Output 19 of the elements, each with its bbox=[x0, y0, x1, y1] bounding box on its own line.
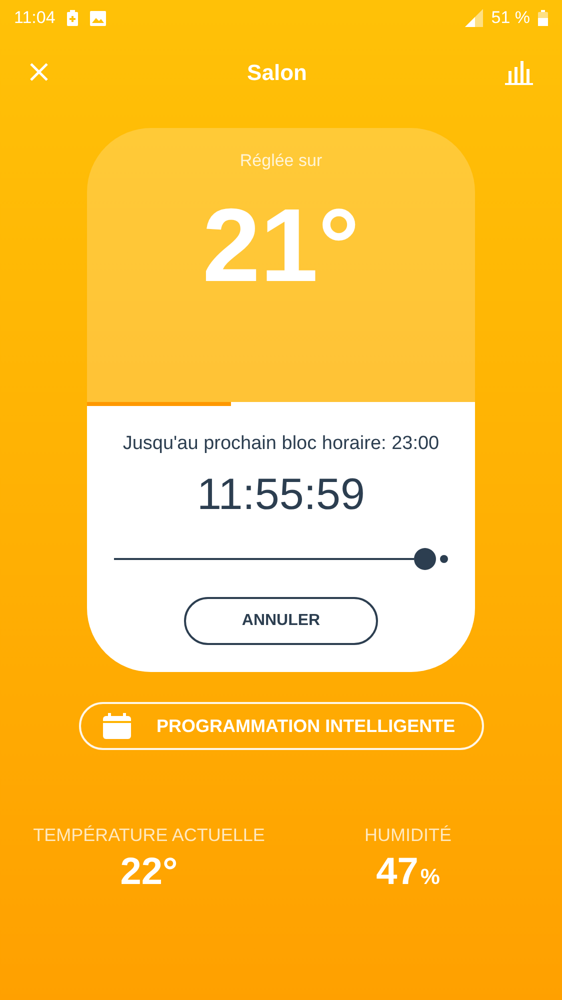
reading-label: HUMIDITÉ bbox=[364, 824, 452, 847]
battery-charging-icon bbox=[67, 10, 78, 26]
slider-thumb[interactable] bbox=[414, 548, 436, 570]
battery-percent: 51 % bbox=[491, 7, 530, 30]
reading-value: 47 bbox=[376, 850, 418, 895]
timer-caption: Jusqu'au prochain bloc horaire: 23:00 bbox=[122, 432, 440, 456]
countdown-time: 11:55:59 bbox=[196, 472, 365, 516]
reading-unit: % bbox=[420, 863, 440, 891]
setpoint-label: Réglée sur bbox=[240, 150, 322, 172]
calendar-icon bbox=[102, 713, 130, 739]
cancel-button[interactable]: ANNULER bbox=[184, 596, 378, 644]
setpoint-value: 21° bbox=[202, 194, 360, 298]
status-time: 11:04 bbox=[14, 7, 56, 30]
reading-label: TEMPÉRATURE ACTUELLE bbox=[33, 824, 265, 847]
screen-title: Salon bbox=[247, 58, 307, 86]
image-icon bbox=[90, 10, 106, 26]
reading-value: 22° bbox=[120, 850, 178, 895]
slider-track[interactable] bbox=[114, 548, 448, 570]
battery-icon bbox=[538, 10, 548, 26]
